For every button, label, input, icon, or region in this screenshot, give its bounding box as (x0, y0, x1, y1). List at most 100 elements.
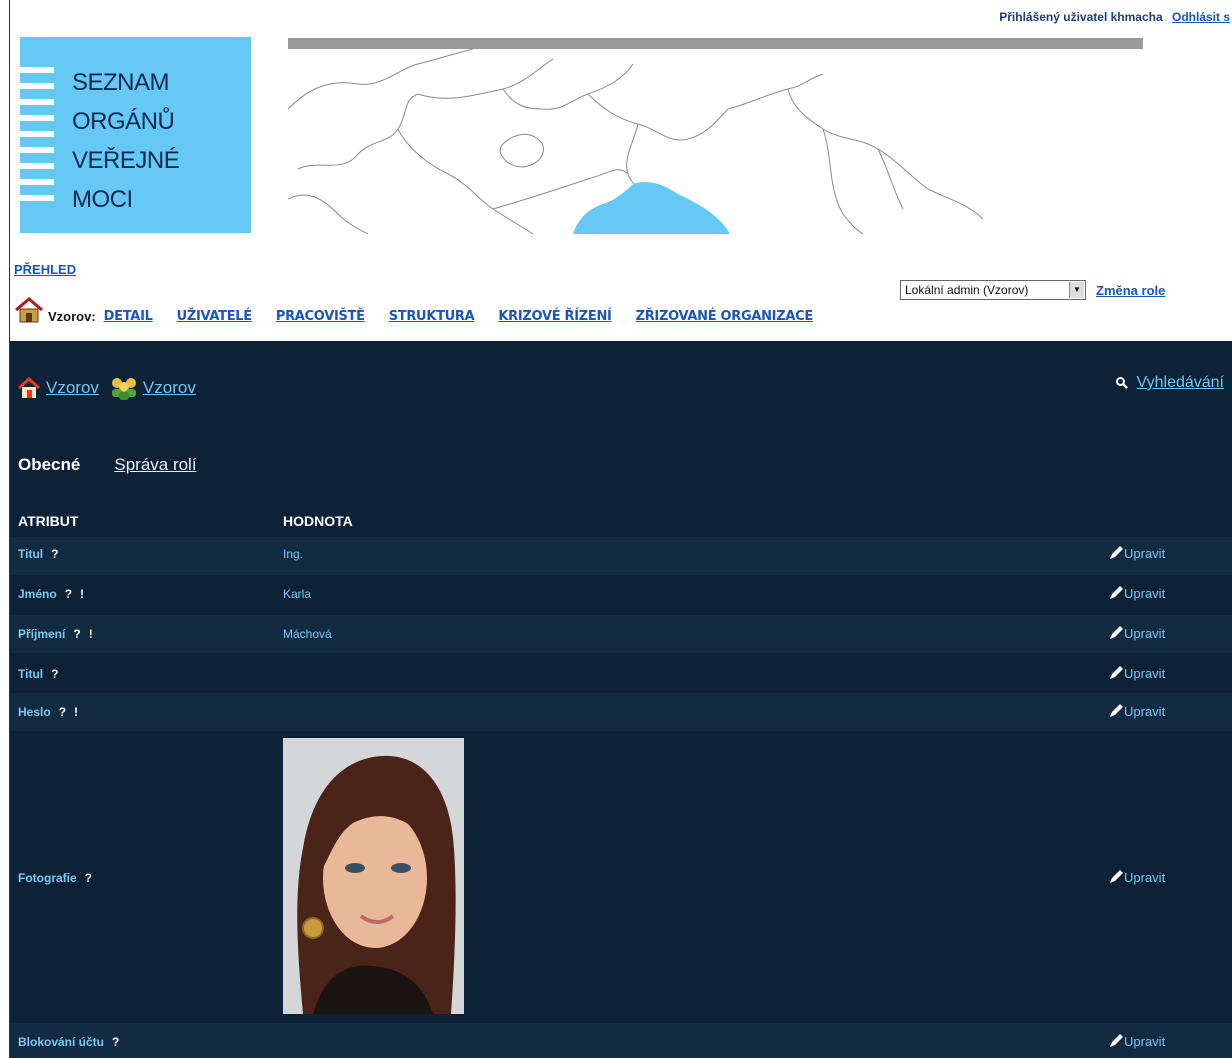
nav-crisis-management[interactable]: KRIZOVÉ ŘÍZENÍ (498, 309, 611, 324)
home-icon (18, 377, 40, 398)
search-area: Vyhledávání (1115, 374, 1224, 392)
attribute-label: Blokování účtu (18, 1035, 105, 1049)
home-icon (15, 297, 43, 323)
attribute-name: Jméno?! (18, 587, 84, 601)
logout-link[interactable]: Odhlásit s (1172, 10, 1230, 24)
table-row: Heslo?! Upravit (10, 693, 1232, 731)
required-icon: ! (80, 587, 85, 601)
users-group-icon (111, 378, 136, 400)
breadcrumb-organization[interactable]: Vzorov (46, 378, 99, 398)
logo-line: MOCI (72, 186, 133, 213)
context-label: Vzorov: (48, 309, 96, 324)
logo-stripe (20, 99, 54, 105)
help-icon[interactable]: ? (51, 667, 58, 681)
table-row: Titul? Ing. Upravit (10, 537, 1232, 575)
edit-button[interactable]: Upravit (1108, 545, 1165, 561)
change-role-link[interactable]: Změna role (1096, 283, 1165, 298)
table-row: Fotografie? Upravit (10, 733, 1232, 1019)
user-photo (283, 738, 464, 1014)
attribute-name: Příjmení?! (18, 627, 93, 641)
pencil-icon (1110, 870, 1123, 883)
attribute-label: Příjmení (18, 627, 66, 641)
attribute-label: Fotografie (18, 871, 77, 885)
edit-label: Upravit (1124, 626, 1166, 641)
table-row: Příjmení?! Máchová Upravit (10, 615, 1232, 653)
help-icon[interactable]: ? (59, 705, 66, 719)
role-select[interactable]: Lokální admin (Vzorov) ▼ (900, 280, 1086, 300)
column-header-attribute: ATRIBUT (18, 513, 79, 529)
pencil-icon (1110, 704, 1123, 717)
breadcrumb-users[interactable]: Vzorov (143, 378, 196, 398)
attribute-value: Ing. (283, 547, 304, 561)
header-bar (288, 38, 1143, 49)
edit-button[interactable]: Upravit (1108, 703, 1165, 719)
required-icon: ! (74, 705, 79, 719)
attribute-value: Máchová (283, 627, 332, 641)
highlighted-region (573, 182, 730, 234)
content-panel: Vzorov Vzorov Vyhledávání Obecné Správa … (10, 341, 1232, 1058)
pencil-icon (1110, 546, 1123, 559)
nav-workplaces[interactable]: PRACOVIŠTĚ (276, 309, 365, 324)
edit-button[interactable]: Upravit (1108, 585, 1165, 601)
overview-link[interactable]: PŘEHLED (14, 262, 76, 277)
edit-button[interactable]: Upravit (1108, 869, 1165, 885)
help-icon[interactable]: ? (51, 547, 58, 561)
attribute-name: Blokování účtu? (18, 1035, 119, 1049)
help-icon[interactable]: ? (73, 627, 80, 641)
user-bar: Přihlášený uživatel khmacha Odhlásit s (999, 10, 1230, 24)
logo-stripe (20, 131, 54, 137)
search-icon[interactable] (1115, 376, 1129, 390)
logo-line: VEŘEJNÉ (72, 147, 180, 174)
nav-users[interactable]: UŽIVATELÉ (177, 309, 253, 324)
edit-label: Upravit (1124, 666, 1166, 681)
logo-stripe (20, 147, 54, 153)
edit-label: Upravit (1124, 704, 1166, 719)
column-header-value: HODNOTA (283, 513, 353, 529)
attribute-label: Jméno (18, 587, 57, 601)
edit-button[interactable]: Upravit (1108, 665, 1165, 681)
required-icon: ! (88, 627, 93, 641)
nav-established-organizations[interactable]: ZŘIZOVANÉ ORGANIZACE (636, 309, 814, 324)
logo-stripe (20, 115, 54, 121)
logo-stripe (20, 179, 54, 185)
attribute-name: Titul? (18, 667, 58, 681)
logo-line: SEZNAM (72, 69, 170, 96)
logo-stripe (20, 67, 54, 73)
help-icon[interactable]: ? (112, 1035, 119, 1049)
pencil-icon (1110, 1034, 1123, 1047)
role-switcher: Lokální admin (Vzorov) ▼ Změna role (900, 280, 1165, 300)
help-icon[interactable]: ? (85, 871, 92, 885)
logged-user-text: Přihlášený uživatel khmacha (999, 10, 1163, 24)
nav-structure[interactable]: STRUKTURA (389, 309, 475, 324)
nav-detail[interactable]: DETAIL (104, 309, 153, 324)
attribute-name: Fotografie? (18, 871, 92, 885)
role-select-value: Lokální admin (Vzorov) (905, 283, 1029, 297)
attribute-name: Heslo?! (18, 705, 78, 719)
breadcrumb: Vzorov Vzorov (18, 376, 196, 400)
pencil-icon (1110, 626, 1123, 639)
edit-button[interactable]: Upravit (1108, 625, 1165, 641)
attribute-name: Titul? (18, 547, 58, 561)
attribute-label: Titul (18, 547, 44, 561)
edit-label: Upravit (1124, 870, 1166, 885)
attribute-label: Titul (18, 667, 44, 681)
chevron-down-icon[interactable]: ▼ (1069, 282, 1084, 298)
help-icon[interactable]: ? (65, 587, 72, 601)
pencil-icon (1110, 666, 1123, 679)
attribute-value: Karla (283, 587, 312, 601)
site-logo[interactable]: SEZNAM ORGÁNŮ VEŘEJNÉ MOCI (20, 37, 251, 233)
edit-button[interactable]: Upravit (1108, 1033, 1165, 1049)
logo-text: SEZNAM ORGÁNŮ VEŘEJNÉ MOCI (72, 63, 180, 219)
edit-label: Upravit (1124, 546, 1166, 561)
table-row: Jméno?! Karla Upravit (10, 577, 1232, 615)
search-link[interactable]: Vyhledávání (1137, 374, 1224, 392)
logo-line: ORGÁNŮ (72, 108, 175, 135)
tab-role-management[interactable]: Správa rolí (114, 455, 196, 475)
table-row: Blokování účtu? Upravit (10, 1023, 1232, 1058)
pencil-icon (1110, 586, 1123, 599)
edit-label: Upravit (1124, 586, 1166, 601)
edit-label: Upravit (1124, 1034, 1166, 1049)
tab-general[interactable]: Obecné (18, 455, 80, 475)
table-row: Titul? Upravit (10, 655, 1232, 693)
attribute-label: Heslo (18, 705, 51, 719)
